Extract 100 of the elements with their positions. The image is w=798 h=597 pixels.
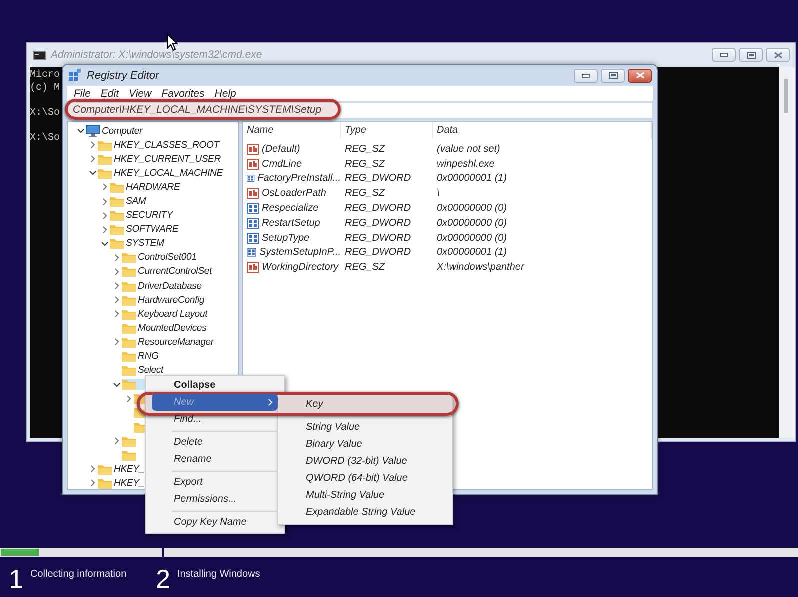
folder-icon	[122, 294, 136, 306]
column-header[interactable]: Type	[341, 122, 433, 139]
close-icon	[636, 72, 644, 79]
scrollbar[interactable]	[779, 67, 795, 438]
menu-item[interactable]: Expandable String Value	[284, 504, 446, 521]
folder-icon	[110, 196, 124, 208]
console-icon	[33, 50, 46, 60]
maximize-icon	[608, 72, 618, 79]
maximize-button[interactable]	[601, 68, 625, 82]
tree-item[interactable]: ControlSet001	[137, 251, 198, 264]
chevron-right-icon[interactable]	[125, 394, 133, 403]
menu-item[interactable]: Export	[152, 474, 278, 491]
chevron-right-icon[interactable]	[101, 212, 109, 220]
menu-item[interactable]: Help	[210, 88, 242, 100]
tree-item[interactable]: HKEY_CURRENT_USER	[113, 152, 222, 166]
menu-item[interactable]: Find...	[152, 411, 278, 428]
menu-item[interactable]: DWORD (32-bit) Value	[284, 453, 446, 470]
tree-item[interactable]: HardwareConfig	[137, 294, 206, 307]
chevron-right-icon[interactable]	[113, 268, 121, 276]
value-name[interactable]: CmdLine	[262, 158, 302, 170]
minimize-button[interactable]	[712, 48, 736, 62]
chevron-right-icon[interactable]	[89, 141, 97, 150]
address-field[interactable]: Computer\HKEY_LOCAL_MACHINE\SYSTEM\Setup	[67, 102, 653, 119]
binary-value-icon	[247, 218, 259, 229]
chevron-right-icon[interactable]	[113, 282, 121, 290]
chevron-right-icon[interactable]	[89, 465, 97, 474]
chevron-right-icon[interactable]	[113, 338, 121, 346]
menu-item[interactable]: Multi-String Value	[284, 487, 446, 504]
chevron-down-icon[interactable]	[101, 240, 109, 247]
chevron-down-icon[interactable]	[77, 128, 85, 134]
folder-icon	[110, 238, 124, 250]
column-header[interactable]: Data	[433, 122, 652, 139]
value-name[interactable]: RestartSetup	[262, 218, 320, 229]
folder-icon	[110, 210, 124, 222]
tree-item[interactable]: RNG	[137, 350, 160, 364]
value-name[interactable]: SystemSetupInP...	[259, 247, 341, 258]
value-name[interactable]: SetupType	[262, 232, 310, 244]
column-header[interactable]: Name	[243, 122, 341, 139]
chevron-right-icon[interactable]	[113, 296, 121, 304]
tree-item[interactable]: SOFTWARE	[125, 223, 180, 236]
tree-item[interactable]: SYSTEM	[125, 237, 166, 250]
menu-item[interactable]: String Value	[284, 419, 446, 436]
menu-item[interactable]: Collapse	[152, 377, 278, 394]
tree-item[interactable]: HKEY_	[113, 476, 146, 489]
menu-item[interactable]: Delete	[152, 434, 278, 451]
menu-item[interactable]: QWORD (64-bit) Value	[284, 470, 446, 487]
tree-item[interactable]: SECURITY	[125, 209, 174, 222]
value-name[interactable]: (Default)	[262, 144, 300, 155]
chevron-right-icon[interactable]	[113, 437, 121, 446]
window-title: Registry Editor	[87, 70, 160, 82]
menu-item[interactable]: Edit	[96, 88, 124, 100]
value-data: (value not set)	[437, 144, 500, 155]
folder-icon	[122, 308, 136, 320]
chevron-right-icon[interactable]	[89, 479, 97, 488]
chevron-down-icon[interactable]	[113, 382, 121, 388]
value-data: 0x00000000 (0)	[437, 203, 508, 214]
tree-item[interactable]: SAM	[125, 195, 148, 208]
close-button[interactable]	[766, 48, 790, 62]
menu-item[interactable]: View	[124, 88, 157, 100]
tree-item[interactable]: CurrentControlSet	[137, 265, 213, 278]
minimize-button[interactable]	[574, 68, 598, 82]
chevron-right-icon[interactable]	[101, 226, 109, 234]
tree-item[interactable]: ResourceManager	[137, 336, 215, 349]
tree-item[interactable]: HKEY_	[113, 462, 146, 476]
tree-item[interactable]: Keyboard Layout	[137, 308, 209, 321]
chevron-right-icon[interactable]	[101, 198, 109, 206]
folder-icon	[122, 336, 136, 348]
menu-item[interactable]: Key	[284, 396, 446, 413]
menu-item[interactable]: Copy Key Name	[152, 514, 278, 531]
chevron-right-icon[interactable]	[113, 310, 121, 318]
tree-item[interactable]: HKEY_LOCAL_MACHINE	[113, 166, 224, 180]
maximize-button[interactable]	[739, 48, 763, 62]
tree-item[interactable]: Select	[137, 364, 164, 378]
tree-item[interactable]: HARDWARE	[125, 180, 182, 194]
scrollbar-thumb[interactable]	[784, 79, 788, 113]
chevron-right-icon[interactable]	[101, 183, 109, 192]
menu-item[interactable]: Rename	[152, 451, 278, 468]
console-text: X:\So	[30, 132, 60, 145]
value-data: 0x00000001 (1)	[437, 173, 508, 184]
binary-value-icon	[247, 232, 259, 244]
menu-item[interactable]: File	[69, 88, 96, 100]
close-icon	[774, 52, 782, 58]
menu-item[interactable]: Favorites	[156, 88, 210, 100]
close-button[interactable]	[628, 68, 652, 82]
chevron-down-icon[interactable]	[89, 170, 97, 176]
value-name[interactable]: FactoryPreInstall...	[258, 173, 341, 184]
value-name[interactable]: OsLoaderPath	[262, 188, 326, 200]
value-data: X:\windows\panther	[437, 262, 524, 274]
tree-item[interactable]: HKEY_CLASSES_ROOT	[113, 138, 220, 152]
value-name[interactable]: WorkingDirectory	[262, 262, 339, 274]
tree-item[interactable]: MountedDevices	[137, 322, 208, 335]
menu-item[interactable]: Binary Value	[284, 436, 446, 453]
binary-value-icon	[247, 203, 259, 214]
tree-item[interactable]: Computer	[101, 124, 144, 138]
value-name[interactable]: Respecialize	[262, 203, 319, 214]
chevron-right-icon[interactable]	[89, 155, 97, 164]
folder-icon	[122, 365, 136, 376]
menu-item[interactable]: Permissions...	[152, 491, 278, 508]
chevron-right-icon[interactable]	[113, 254, 121, 262]
tree-item[interactable]: DriverDatabase	[137, 280, 203, 293]
